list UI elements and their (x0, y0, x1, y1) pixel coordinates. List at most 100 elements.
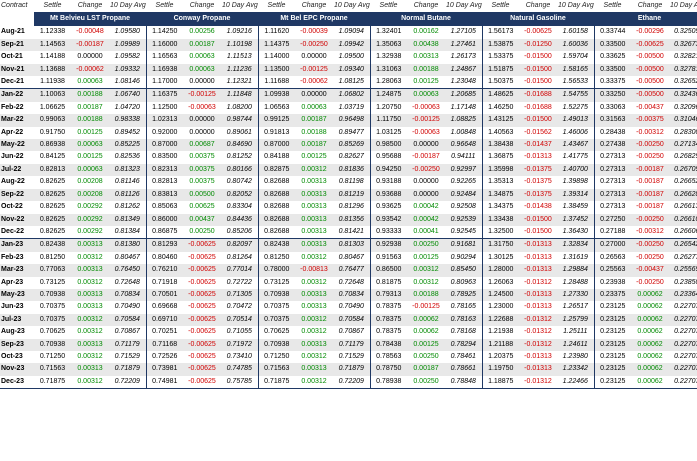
header-settle: Settle (155, 2, 174, 9)
ten-day-avg-cell: 1.39314 (557, 188, 595, 202)
settle-cell: 0.70375 (34, 313, 71, 327)
change-cell: -0.00250 (636, 278, 664, 286)
settle-cell: 0.87000 (258, 139, 295, 152)
change-cell: -0.00625 (188, 328, 216, 336)
ten-day-avg-cell: 0.70834 (109, 288, 147, 302)
change-cell: 0.00375 (183, 163, 221, 177)
settle-cell: 1.11750 (370, 114, 407, 127)
settle-cell: 0.70625 (39, 328, 66, 336)
settle-cell: 1.14375 (258, 38, 295, 52)
ten-day-avg-cell: 0.26606 (669, 225, 697, 240)
ten-day-avg-cell: 1.36430 (557, 225, 595, 240)
ten-day-avg-cell: 0.70490 (109, 301, 147, 314)
product-header-mt-bel-epc-propane: Mt Bel EPC Propane (258, 12, 370, 27)
settle-cell: 0.77063 (34, 264, 71, 277)
change-cell: -0.01313 (524, 253, 552, 261)
change-cell: -0.00250 (407, 163, 445, 177)
change-cell: 0.00000 (77, 53, 103, 61)
ten-day-avg-cell: 0.26829 (669, 151, 697, 164)
settle-cell: 0.33500 (594, 38, 631, 52)
change-cell: 0.00000 (189, 128, 215, 136)
table-row: Mar-23 0.77063 0.00313 0.76450 0.76210 -0.006… (0, 264, 697, 277)
change-cell: 0.00312 (295, 313, 333, 327)
settlement-table: Contract Settle Change 10 Day Avg Settle… (0, 0, 697, 390)
table-row: Nov-21 1.13688 -0.00062 1.09332 1.16938 0.000… (0, 63, 697, 77)
ten-day-avg-cell: 0.71879 (109, 363, 147, 376)
change-cell: 0.00375 (189, 153, 215, 161)
settle-cell: 1.11620 (264, 28, 290, 36)
change-cell: 0.00188 (301, 128, 327, 136)
change-cell: -0.00250 (631, 238, 669, 252)
ten-day-avg-cell: 1.23342 (557, 363, 595, 376)
change-cell: -0.00062 (71, 63, 109, 77)
header-settle: Settle (491, 2, 510, 9)
change-cell: 0.00625 (189, 203, 215, 211)
change-cell: 0.00062 (631, 375, 669, 390)
settle-cell: 0.70501 (146, 288, 183, 302)
change-cell: -0.00250 (631, 213, 669, 226)
ten-day-avg-cell: 0.81421 (333, 225, 371, 240)
ten-day-avg-cell: 0.82097 (221, 238, 259, 252)
ten-day-avg-cell: 1.38459 (557, 201, 595, 214)
settle-cell: 1.14563 (34, 38, 71, 52)
settle-cell: 0.27188 (594, 225, 631, 240)
settle-cell: 0.91750 (39, 128, 66, 136)
settle-cell: 0.70251 (152, 328, 178, 336)
settle-cell: 1.31063 (370, 63, 407, 77)
ten-day-avg-cell: 0.84436 (221, 213, 259, 226)
settle-cell: 0.93188 (376, 178, 402, 186)
change-cell: -0.01375 (519, 163, 557, 177)
table-row: Aug-21 1.12338 -0.00048 1.09580 1.14250 0.002… (0, 26, 697, 39)
contract-month: Aug-23 (1, 328, 25, 336)
product-header-conway-propane: Conway Propane (146, 12, 258, 27)
settle-cell: 0.93688 (370, 188, 407, 202)
settle-cell: 0.23125 (600, 328, 626, 336)
change-cell: 0.00125 (77, 153, 103, 161)
change-cell: 0.00042 (407, 213, 445, 226)
contract-month: Feb-23 (1, 253, 24, 261)
settle-cell: 0.82688 (264, 178, 290, 186)
settle-cell: 0.82438 (258, 238, 295, 252)
change-cell: -0.00187 (412, 153, 440, 161)
change-cell: 0.00187 (407, 363, 445, 376)
ten-day-avg-cell: 0.81126 (109, 188, 147, 202)
change-cell: 0.00063 (71, 139, 109, 152)
ten-day-avg-cell: 1.26173 (445, 51, 483, 64)
settle-cell: 0.85063 (152, 203, 178, 211)
ten-day-avg-cell: 0.80742 (221, 176, 259, 189)
ten-day-avg-cell: 0.96648 (445, 139, 483, 152)
settle-cell: 1.09938 (258, 88, 295, 102)
settle-cell: 0.82688 (258, 213, 295, 226)
change-cell: -0.00625 (183, 375, 221, 390)
header-change: Change (77, 2, 103, 9)
contract-month: Sep-21 (0, 38, 34, 52)
settle-cell: 0.82625 (39, 203, 66, 211)
change-cell: 0.00312 (77, 328, 103, 336)
settle-cell: 0.82313 (146, 163, 183, 177)
change-cell: 0.00000 (407, 188, 445, 202)
change-cell: -0.01312 (519, 313, 557, 327)
settle-cell: 0.33500 (594, 63, 631, 77)
ten-day-avg-cell: 0.81262 (109, 201, 147, 214)
ten-day-avg-cell: 1.56533 (557, 76, 595, 90)
settle-cell: 1.40563 (488, 128, 514, 136)
ten-day-avg-cell: 1.27330 (557, 288, 595, 302)
ten-day-avg-cell: 1.43467 (557, 139, 595, 152)
ten-day-avg-cell: 1.29884 (557, 264, 595, 277)
ten-day-avg-cell: 1.00848 (445, 126, 483, 140)
settle-cell: 0.69710 (146, 313, 183, 327)
change-cell: 0.00062 (637, 303, 663, 311)
ten-day-avg-cell: 1.23048 (445, 76, 483, 90)
change-cell: -0.01500 (524, 53, 552, 61)
ten-day-avg-cell: 0.72209 (109, 375, 147, 390)
settle-cell: 1.46250 (488, 103, 514, 111)
contract-month: Dec-22 (0, 225, 34, 240)
settle-cell: 1.33438 (482, 213, 519, 226)
settle-cell: 1.32938 (376, 53, 402, 61)
change-cell: 0.00187 (295, 114, 333, 127)
change-cell: -0.01312 (519, 375, 557, 390)
change-cell: 0.00062 (637, 352, 663, 360)
ten-day-avg-cell: 0.98338 (109, 114, 147, 127)
ten-day-avg-cell: 0.76477 (333, 264, 371, 277)
contract-month: Jul-23 (0, 313, 34, 327)
